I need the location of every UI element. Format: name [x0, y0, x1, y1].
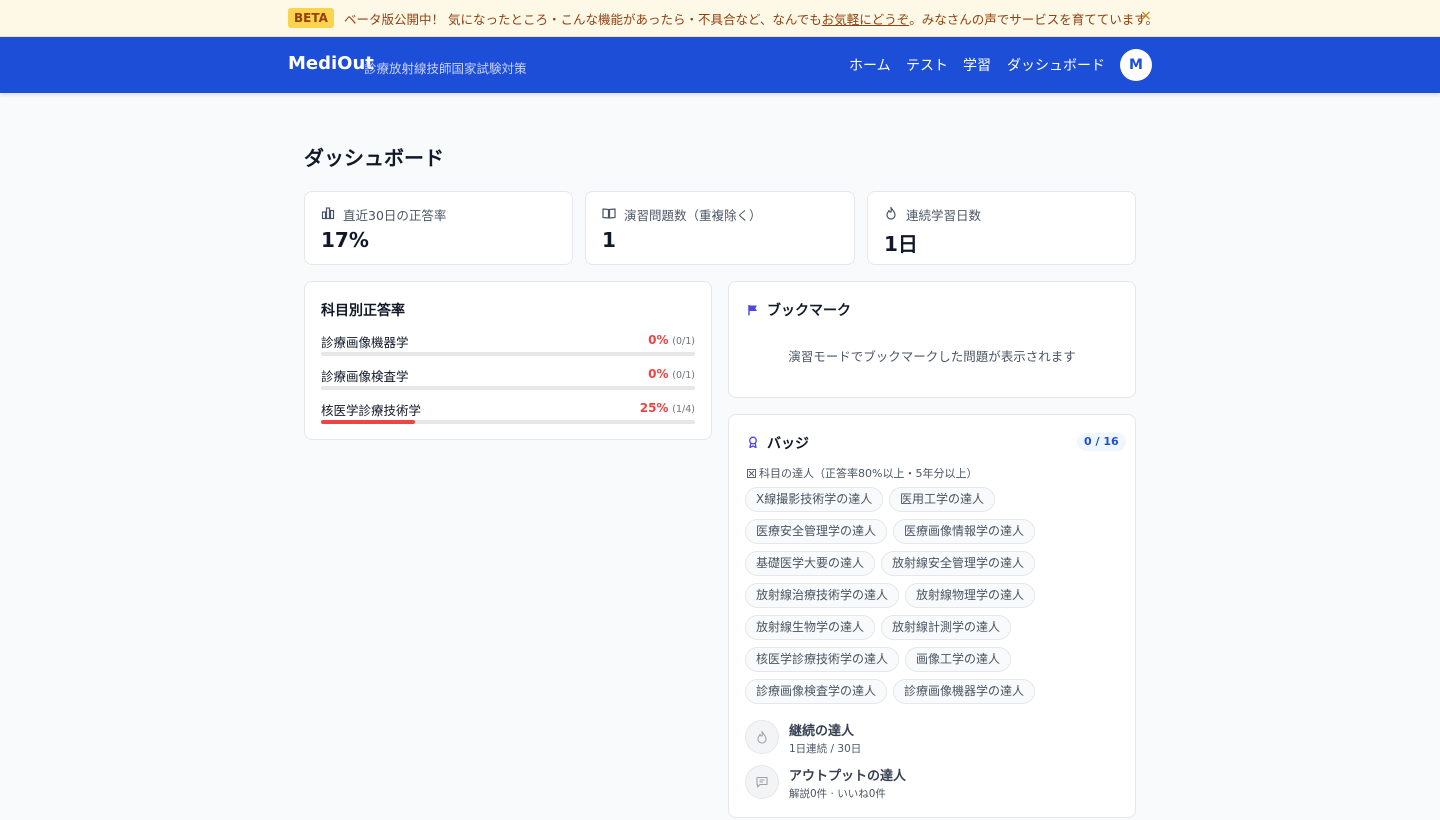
- badge-chip[interactable]: 放射線物理学の達人: [905, 583, 1036, 608]
- stat-value: 1: [602, 228, 616, 252]
- badge-chip[interactable]: X線撮影技術学の達人: [745, 487, 884, 512]
- card-title: ブックマーク: [767, 303, 851, 319]
- subject-frac: (0/1): [672, 370, 695, 381]
- nav-study[interactable]: 学習: [963, 55, 991, 75]
- achievement-icon-wrap: [745, 765, 779, 799]
- nav-dashboard[interactable]: ダッシュボード: [1007, 55, 1105, 75]
- progress-track: [321, 352, 695, 356]
- badge-count: 0 / 16: [1077, 433, 1126, 451]
- nav-home[interactable]: ホーム: [849, 55, 891, 75]
- nav-test[interactable]: テスト: [906, 55, 948, 75]
- badges-card: バッジ 0 / 16 科目の達人（正答率80%以上・5年分以上） X線撮影技術学…: [728, 414, 1136, 818]
- badge-chip[interactable]: 放射線安全管理学の達人: [881, 551, 1036, 576]
- achievement-icon-wrap: [745, 720, 779, 754]
- subject-frac: (0/1): [672, 336, 695, 347]
- stat-value: 1日: [884, 232, 918, 256]
- subject-accuracy-card: 科目別正答率 診療画像機器学 0% (0/1) 診療画像検査学 0% (0/1)…: [304, 281, 712, 440]
- subject-frac: (1/4): [672, 404, 695, 415]
- subject-rate: 25% (1/4): [640, 401, 695, 415]
- medal-icon: [747, 469, 756, 478]
- subject-rate: 0% (0/1): [648, 333, 695, 347]
- beta-text-after: 。みなさんの声でサービスを育てています。: [909, 12, 1159, 27]
- stat-label: 直近30日の正答率: [343, 208, 447, 223]
- badge-chip[interactable]: 診療画像機器学の達人: [893, 679, 1036, 704]
- section-label: 科目の達人（正答率80%以上・5年分以上）: [759, 467, 978, 480]
- card-title: 科目別正答率: [321, 303, 405, 319]
- beta-message: ベータ版公開中！ 気になったところ・こんな機能があったら・不具合など、なんでもお…: [344, 9, 1158, 28]
- badge-chip[interactable]: 医療画像情報学の達人: [893, 519, 1036, 544]
- subject-row[interactable]: 診療画像検査学 0% (0/1): [321, 366, 695, 396]
- subject-name: 診療画像検査学: [321, 369, 409, 384]
- subject-pct: 0%: [648, 367, 669, 381]
- subject-row[interactable]: 核医学診療技術学 25% (1/4): [321, 400, 695, 430]
- badge-chip[interactable]: 医用工学の達人: [889, 487, 996, 512]
- book-open-icon: [602, 208, 616, 219]
- beta-text-before: ベータ版公開中！ 気になったところ・こんな機能があったら・不具合など、なんでも: [344, 12, 822, 27]
- progress-track: [321, 386, 695, 390]
- progress-track: [321, 420, 695, 424]
- app-header: MediOut 診療放射線技師国家試験対策 ホーム テスト 学習 ダッシュボード…: [0, 37, 1440, 93]
- logo[interactable]: MediOut: [288, 53, 374, 74]
- stat-label: 連続学習日数: [906, 208, 982, 223]
- close-icon[interactable]: ×: [1140, 8, 1152, 24]
- subject-rate: 0% (0/1): [648, 367, 695, 381]
- flame-icon: [757, 730, 767, 744]
- badge-chip[interactable]: 基礎医学大要の達人: [745, 551, 876, 576]
- empty-message: 演習モードでブックマークした問題が表示されます: [788, 349, 1076, 364]
- feedback-link[interactable]: お気軽にどうぞ: [822, 12, 910, 27]
- badge-chip[interactable]: 画像工学の達人: [905, 647, 1012, 672]
- subject-name: 核医学診療技術学: [321, 403, 422, 418]
- award-icon: [749, 436, 757, 448]
- subject-row[interactable]: 診療画像機器学 0% (0/1): [321, 332, 695, 362]
- stat-card-questions: 演習問題数（重複除く） 1: [585, 191, 855, 265]
- beta-badge: BETA: [288, 8, 334, 28]
- subject-pct: 0%: [648, 333, 669, 347]
- card-title: バッジ: [767, 436, 809, 452]
- achievement-subtitle: 1日連続 / 30日: [789, 743, 862, 755]
- achievement-subtitle: 解説0件 · いいね0件: [789, 788, 886, 800]
- badge-chip[interactable]: 医療安全管理学の達人: [745, 519, 888, 544]
- avatar[interactable]: M: [1120, 49, 1152, 81]
- subject-pct: 25%: [639, 401, 669, 415]
- stat-value: 17%: [321, 228, 369, 252]
- comment-icon: [756, 776, 768, 788]
- beta-banner: BETA ベータ版公開中！ 気になったところ・こんな機能があったら・不具合など、…: [0, 0, 1440, 37]
- bookmark-card: ブックマーク 演習モードでブックマークした問題が表示されます: [728, 281, 1136, 398]
- subject-name: 診療画像機器学: [321, 335, 409, 350]
- badge-chip[interactable]: 放射線生物学の達人: [745, 615, 876, 640]
- badge-chip[interactable]: 放射線計測学の達人: [881, 615, 1012, 640]
- stat-label: 演習問題数（重複除く）: [624, 208, 762, 223]
- achievement-title: 継続の達人: [789, 724, 855, 739]
- badge-chip[interactable]: 放射線治療技術学の達人: [745, 583, 900, 608]
- badge-chip[interactable]: 診療画像検査学の達人: [745, 679, 888, 704]
- flame-icon: [886, 206, 896, 220]
- badge-chip[interactable]: 核医学診療技術学の達人: [745, 647, 900, 672]
- progress-fill: [321, 420, 415, 424]
- stat-card-streak: 連続学習日数 1日: [867, 191, 1136, 265]
- page-title: ダッシュボード: [304, 146, 444, 170]
- flag-icon: [748, 305, 757, 316]
- stat-card-accuracy: 直近30日の正答率 17%: [304, 191, 573, 265]
- bar-chart-icon: [321, 207, 335, 220]
- logo-subtitle: 診療放射線技師国家試験対策: [364, 61, 527, 76]
- achievement-title: アウトプットの達人: [789, 769, 907, 784]
